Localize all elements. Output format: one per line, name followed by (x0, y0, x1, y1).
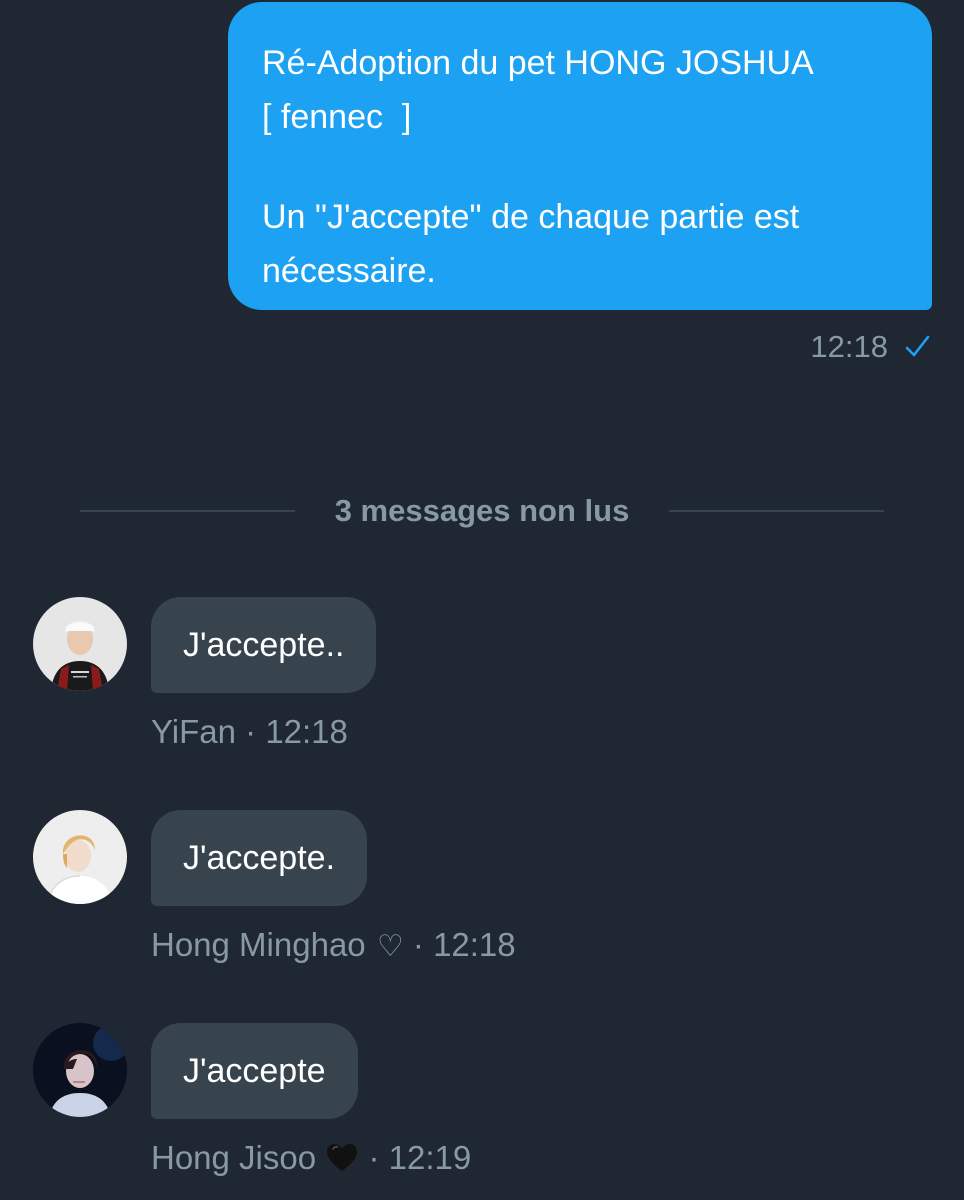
avatar-image (33, 810, 127, 904)
sent-message-time: 12:18 (810, 329, 888, 364)
message-time: 12:18 (265, 713, 348, 750)
message-bubble[interactable]: J'accepte.. (151, 597, 377, 693)
unread-count-label: 3 messages non lus (334, 493, 630, 528)
avatar[interactable] (33, 597, 127, 691)
divider-rule-left (80, 510, 295, 512)
message-bubble[interactable]: J'accepte (151, 1023, 358, 1119)
divider-rule-right (669, 510, 884, 512)
sent-message-line: [ fennec ] (262, 98, 412, 136)
message-bubble[interactable]: J'accepte. (151, 810, 368, 906)
meta-separator: · (235, 713, 266, 750)
avatar[interactable] (33, 1023, 127, 1117)
message-time: 12:18 (433, 926, 516, 963)
message-time: 12:19 (388, 1139, 472, 1176)
avatar-image (33, 1023, 127, 1117)
sent-message-bubble[interactable]: Ré-Adoption du pet HONG JOSHUA [ fennec … (228, 2, 932, 310)
sent-message-line: Un "J'accepte" de chaque partie est (262, 198, 800, 236)
heart-outline-icon: ♡ (376, 929, 404, 965)
avatar-image (33, 597, 127, 691)
sent-message-line: nécessaire. (262, 252, 436, 290)
message-meta: YiFan · 12:18 (151, 711, 348, 753)
message-meta: Hong Minghao ♡ · 12:18 (151, 924, 516, 968)
sent-message-line: Ré-Adoption du pet HONG JOSHUA (262, 44, 814, 82)
check-icon (905, 335, 930, 357)
message-meta: Hong Jisoo · 12:19 (151, 1137, 471, 1179)
sent-message-blank-line (262, 144, 898, 190)
avatar[interactable] (33, 810, 127, 904)
sender-name[interactable]: Hong Minghao (151, 926, 366, 963)
sent-message-meta: 12:18 (810, 326, 932, 368)
unread-divider: 3 messages non lus (80, 488, 884, 534)
meta-separator: · (403, 926, 434, 963)
meta-separator: · (359, 1139, 389, 1176)
black-heart-icon (327, 1144, 358, 1172)
sender-name[interactable]: YiFan (151, 713, 236, 750)
sender-name[interactable]: Hong Jisoo (151, 1139, 316, 1176)
